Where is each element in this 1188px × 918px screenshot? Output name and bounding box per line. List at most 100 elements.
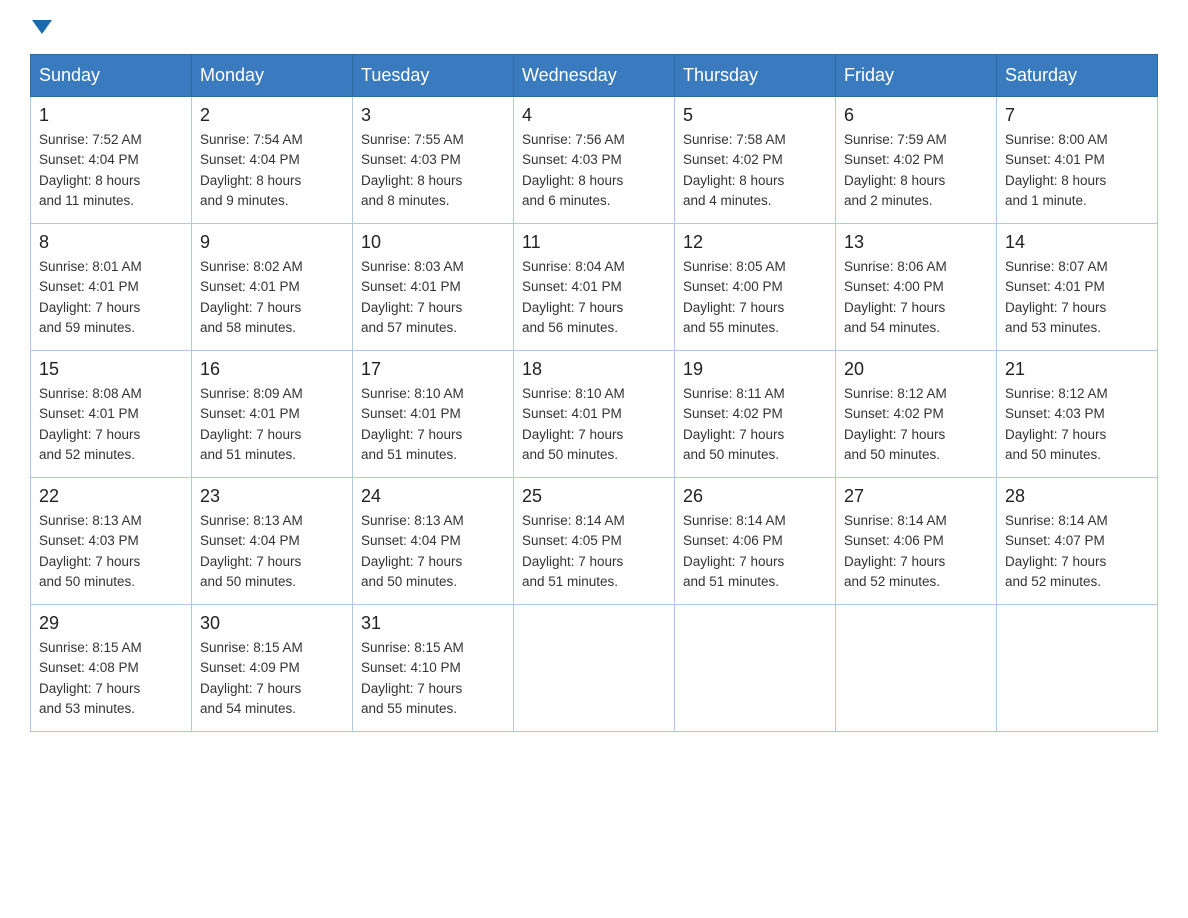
day-info: Sunrise: 8:00 AMSunset: 4:01 PMDaylight:… (1005, 130, 1149, 211)
day-info: Sunrise: 7:55 AMSunset: 4:03 PMDaylight:… (361, 130, 505, 211)
day-info: Sunrise: 8:06 AMSunset: 4:00 PMDaylight:… (844, 257, 988, 338)
day-info: Sunrise: 8:11 AMSunset: 4:02 PMDaylight:… (683, 384, 827, 465)
calendar-cell: 17 Sunrise: 8:10 AMSunset: 4:01 PMDaylig… (353, 351, 514, 478)
calendar-cell: 15 Sunrise: 8:08 AMSunset: 4:01 PMDaylig… (31, 351, 192, 478)
calendar-week-row: 22 Sunrise: 8:13 AMSunset: 4:03 PMDaylig… (31, 478, 1158, 605)
day-number: 26 (683, 486, 827, 507)
calendar-cell: 10 Sunrise: 8:03 AMSunset: 4:01 PMDaylig… (353, 224, 514, 351)
calendar-cell: 18 Sunrise: 8:10 AMSunset: 4:01 PMDaylig… (514, 351, 675, 478)
calendar-week-row: 15 Sunrise: 8:08 AMSunset: 4:01 PMDaylig… (31, 351, 1158, 478)
calendar-week-row: 29 Sunrise: 8:15 AMSunset: 4:08 PMDaylig… (31, 605, 1158, 732)
day-number: 12 (683, 232, 827, 253)
day-number: 10 (361, 232, 505, 253)
day-info: Sunrise: 8:07 AMSunset: 4:01 PMDaylight:… (1005, 257, 1149, 338)
day-info: Sunrise: 7:54 AMSunset: 4:04 PMDaylight:… (200, 130, 344, 211)
day-info: Sunrise: 8:13 AMSunset: 4:04 PMDaylight:… (200, 511, 344, 592)
day-info: Sunrise: 8:15 AMSunset: 4:08 PMDaylight:… (39, 638, 183, 719)
day-number: 6 (844, 105, 988, 126)
logo-triangle-icon (32, 20, 52, 34)
calendar-cell: 24 Sunrise: 8:13 AMSunset: 4:04 PMDaylig… (353, 478, 514, 605)
day-number: 21 (1005, 359, 1149, 380)
day-number: 8 (39, 232, 183, 253)
day-number: 9 (200, 232, 344, 253)
day-info: Sunrise: 8:15 AMSunset: 4:09 PMDaylight:… (200, 638, 344, 719)
calendar-cell: 21 Sunrise: 8:12 AMSunset: 4:03 PMDaylig… (997, 351, 1158, 478)
calendar-cell: 6 Sunrise: 7:59 AMSunset: 4:02 PMDayligh… (836, 97, 997, 224)
day-number: 30 (200, 613, 344, 634)
day-info: Sunrise: 7:52 AMSunset: 4:04 PMDaylight:… (39, 130, 183, 211)
day-number: 27 (844, 486, 988, 507)
calendar-cell: 13 Sunrise: 8:06 AMSunset: 4:00 PMDaylig… (836, 224, 997, 351)
calendar-header-monday: Monday (192, 55, 353, 97)
calendar-cell: 7 Sunrise: 8:00 AMSunset: 4:01 PMDayligh… (997, 97, 1158, 224)
day-number: 22 (39, 486, 183, 507)
logo (30, 20, 52, 34)
day-info: Sunrise: 8:08 AMSunset: 4:01 PMDaylight:… (39, 384, 183, 465)
calendar-header-tuesday: Tuesday (353, 55, 514, 97)
day-number: 19 (683, 359, 827, 380)
calendar-header-wednesday: Wednesday (514, 55, 675, 97)
day-number: 4 (522, 105, 666, 126)
day-number: 5 (683, 105, 827, 126)
day-info: Sunrise: 8:14 AMSunset: 4:06 PMDaylight:… (683, 511, 827, 592)
day-info: Sunrise: 8:12 AMSunset: 4:02 PMDaylight:… (844, 384, 988, 465)
calendar-table: SundayMondayTuesdayWednesdayThursdayFrid… (30, 54, 1158, 732)
day-info: Sunrise: 8:04 AMSunset: 4:01 PMDaylight:… (522, 257, 666, 338)
calendar-header-friday: Friday (836, 55, 997, 97)
day-info: Sunrise: 8:09 AMSunset: 4:01 PMDaylight:… (200, 384, 344, 465)
day-number: 18 (522, 359, 666, 380)
day-info: Sunrise: 8:14 AMSunset: 4:06 PMDaylight:… (844, 511, 988, 592)
day-number: 3 (361, 105, 505, 126)
day-number: 28 (1005, 486, 1149, 507)
calendar-cell: 4 Sunrise: 7:56 AMSunset: 4:03 PMDayligh… (514, 97, 675, 224)
calendar-header-sunday: Sunday (31, 55, 192, 97)
calendar-week-row: 8 Sunrise: 8:01 AMSunset: 4:01 PMDayligh… (31, 224, 1158, 351)
day-info: Sunrise: 7:56 AMSunset: 4:03 PMDaylight:… (522, 130, 666, 211)
day-info: Sunrise: 8:13 AMSunset: 4:03 PMDaylight:… (39, 511, 183, 592)
day-number: 1 (39, 105, 183, 126)
day-info: Sunrise: 8:10 AMSunset: 4:01 PMDaylight:… (361, 384, 505, 465)
day-number: 2 (200, 105, 344, 126)
calendar-cell: 30 Sunrise: 8:15 AMSunset: 4:09 PMDaylig… (192, 605, 353, 732)
calendar-cell: 22 Sunrise: 8:13 AMSunset: 4:03 PMDaylig… (31, 478, 192, 605)
calendar-cell: 11 Sunrise: 8:04 AMSunset: 4:01 PMDaylig… (514, 224, 675, 351)
calendar-cell (997, 605, 1158, 732)
day-number: 25 (522, 486, 666, 507)
calendar-cell: 28 Sunrise: 8:14 AMSunset: 4:07 PMDaylig… (997, 478, 1158, 605)
calendar-cell: 25 Sunrise: 8:14 AMSunset: 4:05 PMDaylig… (514, 478, 675, 605)
day-info: Sunrise: 8:13 AMSunset: 4:04 PMDaylight:… (361, 511, 505, 592)
calendar-cell: 1 Sunrise: 7:52 AMSunset: 4:04 PMDayligh… (31, 97, 192, 224)
calendar-header-saturday: Saturday (997, 55, 1158, 97)
calendar-cell: 2 Sunrise: 7:54 AMSunset: 4:04 PMDayligh… (192, 97, 353, 224)
day-number: 16 (200, 359, 344, 380)
day-number: 11 (522, 232, 666, 253)
calendar-cell: 29 Sunrise: 8:15 AMSunset: 4:08 PMDaylig… (31, 605, 192, 732)
day-info: Sunrise: 7:58 AMSunset: 4:02 PMDaylight:… (683, 130, 827, 211)
calendar-cell (514, 605, 675, 732)
calendar-cell: 31 Sunrise: 8:15 AMSunset: 4:10 PMDaylig… (353, 605, 514, 732)
day-number: 23 (200, 486, 344, 507)
day-info: Sunrise: 8:15 AMSunset: 4:10 PMDaylight:… (361, 638, 505, 719)
calendar-cell (836, 605, 997, 732)
calendar-header-thursday: Thursday (675, 55, 836, 97)
day-info: Sunrise: 8:01 AMSunset: 4:01 PMDaylight:… (39, 257, 183, 338)
calendar-cell: 8 Sunrise: 8:01 AMSunset: 4:01 PMDayligh… (31, 224, 192, 351)
calendar-cell: 5 Sunrise: 7:58 AMSunset: 4:02 PMDayligh… (675, 97, 836, 224)
calendar-cell: 16 Sunrise: 8:09 AMSunset: 4:01 PMDaylig… (192, 351, 353, 478)
calendar-cell: 27 Sunrise: 8:14 AMSunset: 4:06 PMDaylig… (836, 478, 997, 605)
calendar-cell (675, 605, 836, 732)
calendar-cell: 14 Sunrise: 8:07 AMSunset: 4:01 PMDaylig… (997, 224, 1158, 351)
calendar-cell: 20 Sunrise: 8:12 AMSunset: 4:02 PMDaylig… (836, 351, 997, 478)
day-number: 29 (39, 613, 183, 634)
day-info: Sunrise: 8:12 AMSunset: 4:03 PMDaylight:… (1005, 384, 1149, 465)
day-number: 7 (1005, 105, 1149, 126)
page-header (30, 20, 1158, 34)
day-info: Sunrise: 8:10 AMSunset: 4:01 PMDaylight:… (522, 384, 666, 465)
day-number: 31 (361, 613, 505, 634)
day-number: 20 (844, 359, 988, 380)
day-info: Sunrise: 8:05 AMSunset: 4:00 PMDaylight:… (683, 257, 827, 338)
calendar-cell: 9 Sunrise: 8:02 AMSunset: 4:01 PMDayligh… (192, 224, 353, 351)
day-info: Sunrise: 8:14 AMSunset: 4:05 PMDaylight:… (522, 511, 666, 592)
calendar-cell: 23 Sunrise: 8:13 AMSunset: 4:04 PMDaylig… (192, 478, 353, 605)
day-number: 17 (361, 359, 505, 380)
